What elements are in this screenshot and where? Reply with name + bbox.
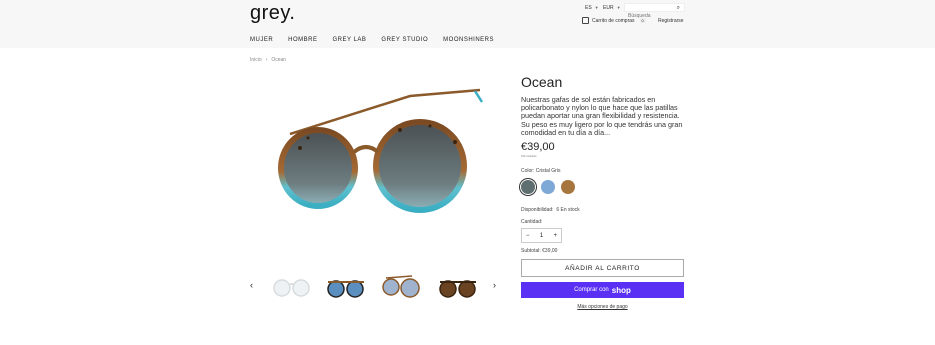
shop-pay-label: Comprar con [574, 287, 609, 293]
availability: Disponibilidad: 6 En stock [521, 207, 580, 213]
subtotal-label: Subtotal: [521, 248, 541, 254]
main-nav: MUJER HOMBRE GREY LAB GREY STUDIO MOONSH… [250, 37, 494, 43]
thumbnail-4[interactable] [438, 276, 478, 298]
currency-label: EUR [603, 5, 614, 11]
language-label: ES [585, 5, 592, 11]
nav-item-moonshiners[interactable]: MOONSHINERS [443, 37, 494, 43]
minus-icon[interactable]: − [526, 233, 530, 239]
availability-label: Disponibilidad: [521, 207, 554, 213]
swatch-blue[interactable] [541, 180, 555, 194]
tax-note: IVA incluido [521, 154, 537, 158]
bag-icon [582, 17, 589, 24]
product-main-image[interactable] [270, 82, 495, 232]
quantity-stepper: − 1 + [521, 228, 562, 243]
chevron-right-icon[interactable]: › [493, 280, 496, 290]
nav-item-hombre[interactable]: HOMBRE [288, 37, 317, 43]
quantity-value[interactable]: 1 [540, 233, 543, 239]
chevron-left-icon[interactable]: ‹ [250, 280, 253, 290]
quantity-label: Cantidad: [521, 219, 543, 225]
swatch-brown[interactable] [561, 180, 575, 194]
subtotal-value: €39,00 [542, 248, 558, 254]
subtotal: Subtotal: €39,00 [521, 248, 557, 254]
register-link[interactable]: Registrarse [658, 18, 684, 24]
breadcrumb-current: Ocean [271, 57, 287, 63]
more-payment-options-link[interactable]: Más opciones de pago [521, 304, 684, 310]
availability-value: 6 En stock [556, 207, 580, 213]
cart-label: Carrito de compras [592, 17, 635, 24]
search-box: ⌕ [624, 3, 685, 20]
product-title: Ocean [521, 74, 563, 90]
cart-count-badge: 0 [639, 18, 646, 23]
breadcrumb: Inicio › Ocean [250, 57, 286, 63]
chevron-down-icon: ▼ [616, 5, 621, 10]
thumbnail-1[interactable] [272, 276, 312, 298]
product-price: €39,00 [521, 141, 555, 153]
swatch-cristal-gris[interactable] [521, 180, 535, 194]
product-description: Nuestras gafas de sol están fabricados e… [521, 95, 683, 137]
thumbnail-2[interactable] [326, 276, 366, 298]
shop-logo: shop [611, 285, 631, 295]
plus-icon[interactable]: + [553, 233, 557, 239]
color-swatches [521, 180, 575, 194]
breadcrumb-home[interactable]: Inicio [250, 57, 262, 63]
nav-item-grey-lab[interactable]: GREY LAB [333, 37, 367, 43]
thumbnail-carousel: ‹ › [250, 270, 500, 300]
shop-pay-button[interactable]: Comprar con shop [521, 282, 684, 298]
chevron-right-icon: › [265, 57, 268, 63]
language-selector[interactable]: ES ▼ [585, 5, 599, 11]
search-icon[interactable]: ⌕ [677, 5, 680, 12]
color-label-text: Color: [521, 168, 535, 174]
site-header: grey. ES▼ EUR▼ ⌕ Carrito de compras 0 Re… [0, 0, 935, 48]
logo[interactable]: grey. [250, 2, 295, 25]
currency-selector[interactable]: EUR ▼ [603, 5, 621, 11]
nav-item-mujer[interactable]: MUJER [250, 37, 273, 43]
add-to-cart-button[interactable]: AÑADIR AL CARRITO [521, 259, 684, 277]
thumbnail-3[interactable] [382, 274, 422, 298]
color-value: Cristal Gris [535, 168, 561, 174]
chevron-down-icon: ▼ [594, 5, 599, 10]
color-label: Color: Cristal Gris [521, 168, 560, 174]
cart-link[interactable]: Carrito de compras 0 [582, 17, 646, 24]
nav-item-grey-studio[interactable]: GREY STUDIO [381, 37, 428, 43]
